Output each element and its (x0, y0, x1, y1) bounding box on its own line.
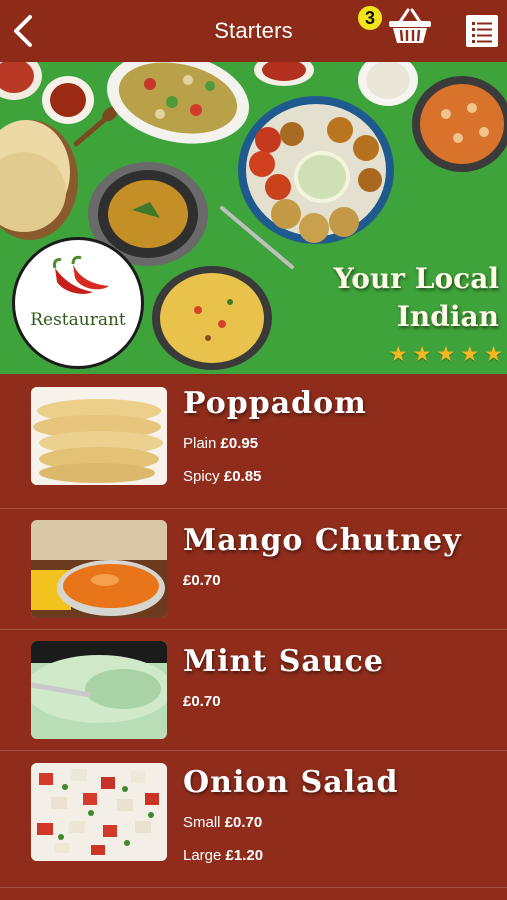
price-value: £0.85 (223, 468, 262, 485)
price-label: Plain (183, 435, 217, 452)
price-value: £1.20 (225, 847, 264, 864)
item-name: Poppadom (183, 386, 367, 421)
price-label: Large (183, 847, 222, 864)
price-label: Spicy (183, 468, 220, 485)
star-icon: ★ (388, 343, 408, 366)
onion-salad-photo (31, 763, 167, 861)
menu-item-mango-chutney[interactable]: Mango Chutney £0.70 (0, 509, 507, 630)
star-icon: ★ (460, 343, 480, 366)
menu-item-list: Poppadom Plain £0.95 Spicy £0.85 Mango C… (0, 374, 507, 888)
item-price: £0.70 (183, 572, 221, 589)
restaurant-logo: Restaurant (12, 237, 144, 369)
item-name: Mint Sauce (183, 644, 384, 679)
basket-button[interactable] (386, 6, 434, 46)
price-value: £0.70 (224, 814, 263, 831)
price-value: £0.70 (183, 572, 221, 589)
headline-line-1: Your Local (333, 262, 499, 295)
menu-item-mint-sauce[interactable]: Mint Sauce £0.70 (0, 630, 507, 751)
banner-headline: Your Local Indian (334, 260, 499, 336)
poppadom-photo (31, 387, 167, 485)
mango-chutney-photo (31, 520, 167, 618)
star-icon: ★ (484, 343, 503, 366)
menu-item-poppadom[interactable]: Poppadom Plain £0.95 Spicy £0.85 (0, 374, 507, 509)
price-value: £0.95 (220, 435, 259, 452)
logo-text: Restaurant (30, 310, 126, 330)
item-price-plain: Plain £0.95 (183, 435, 258, 452)
app-header: Starters 3 (0, 0, 507, 62)
price-value: £0.70 (183, 693, 221, 710)
item-price-large: Large £1.20 (183, 847, 263, 864)
item-price: £0.70 (183, 693, 221, 710)
price-label: Small (183, 814, 221, 831)
menu-item-onion-salad[interactable]: Onion Salad Small £0.70 Large £1.20 (0, 751, 507, 888)
item-name: Onion Salad (183, 765, 399, 800)
item-price-small: Small £0.70 (183, 814, 262, 831)
star-rating: ★ ★ ★ ★ ★ (389, 344, 503, 366)
shopping-basket-icon (389, 8, 431, 43)
chilli-pepper-icon (53, 255, 109, 294)
item-name: Mango Chutney (183, 523, 462, 558)
item-price-spicy: Spicy £0.85 (183, 468, 261, 485)
list-menu-icon (472, 22, 492, 43)
menu-list-button[interactable] (466, 15, 498, 47)
mint-sauce-photo (31, 641, 167, 739)
cart-count-badge: 3 (358, 6, 382, 30)
star-icon: ★ (436, 343, 456, 366)
hero-banner: Restaurant Your Local Indian ★ ★ ★ ★ ★ (0, 62, 507, 374)
star-icon: ★ (412, 343, 432, 366)
headline-line-2: Indian (396, 300, 499, 333)
